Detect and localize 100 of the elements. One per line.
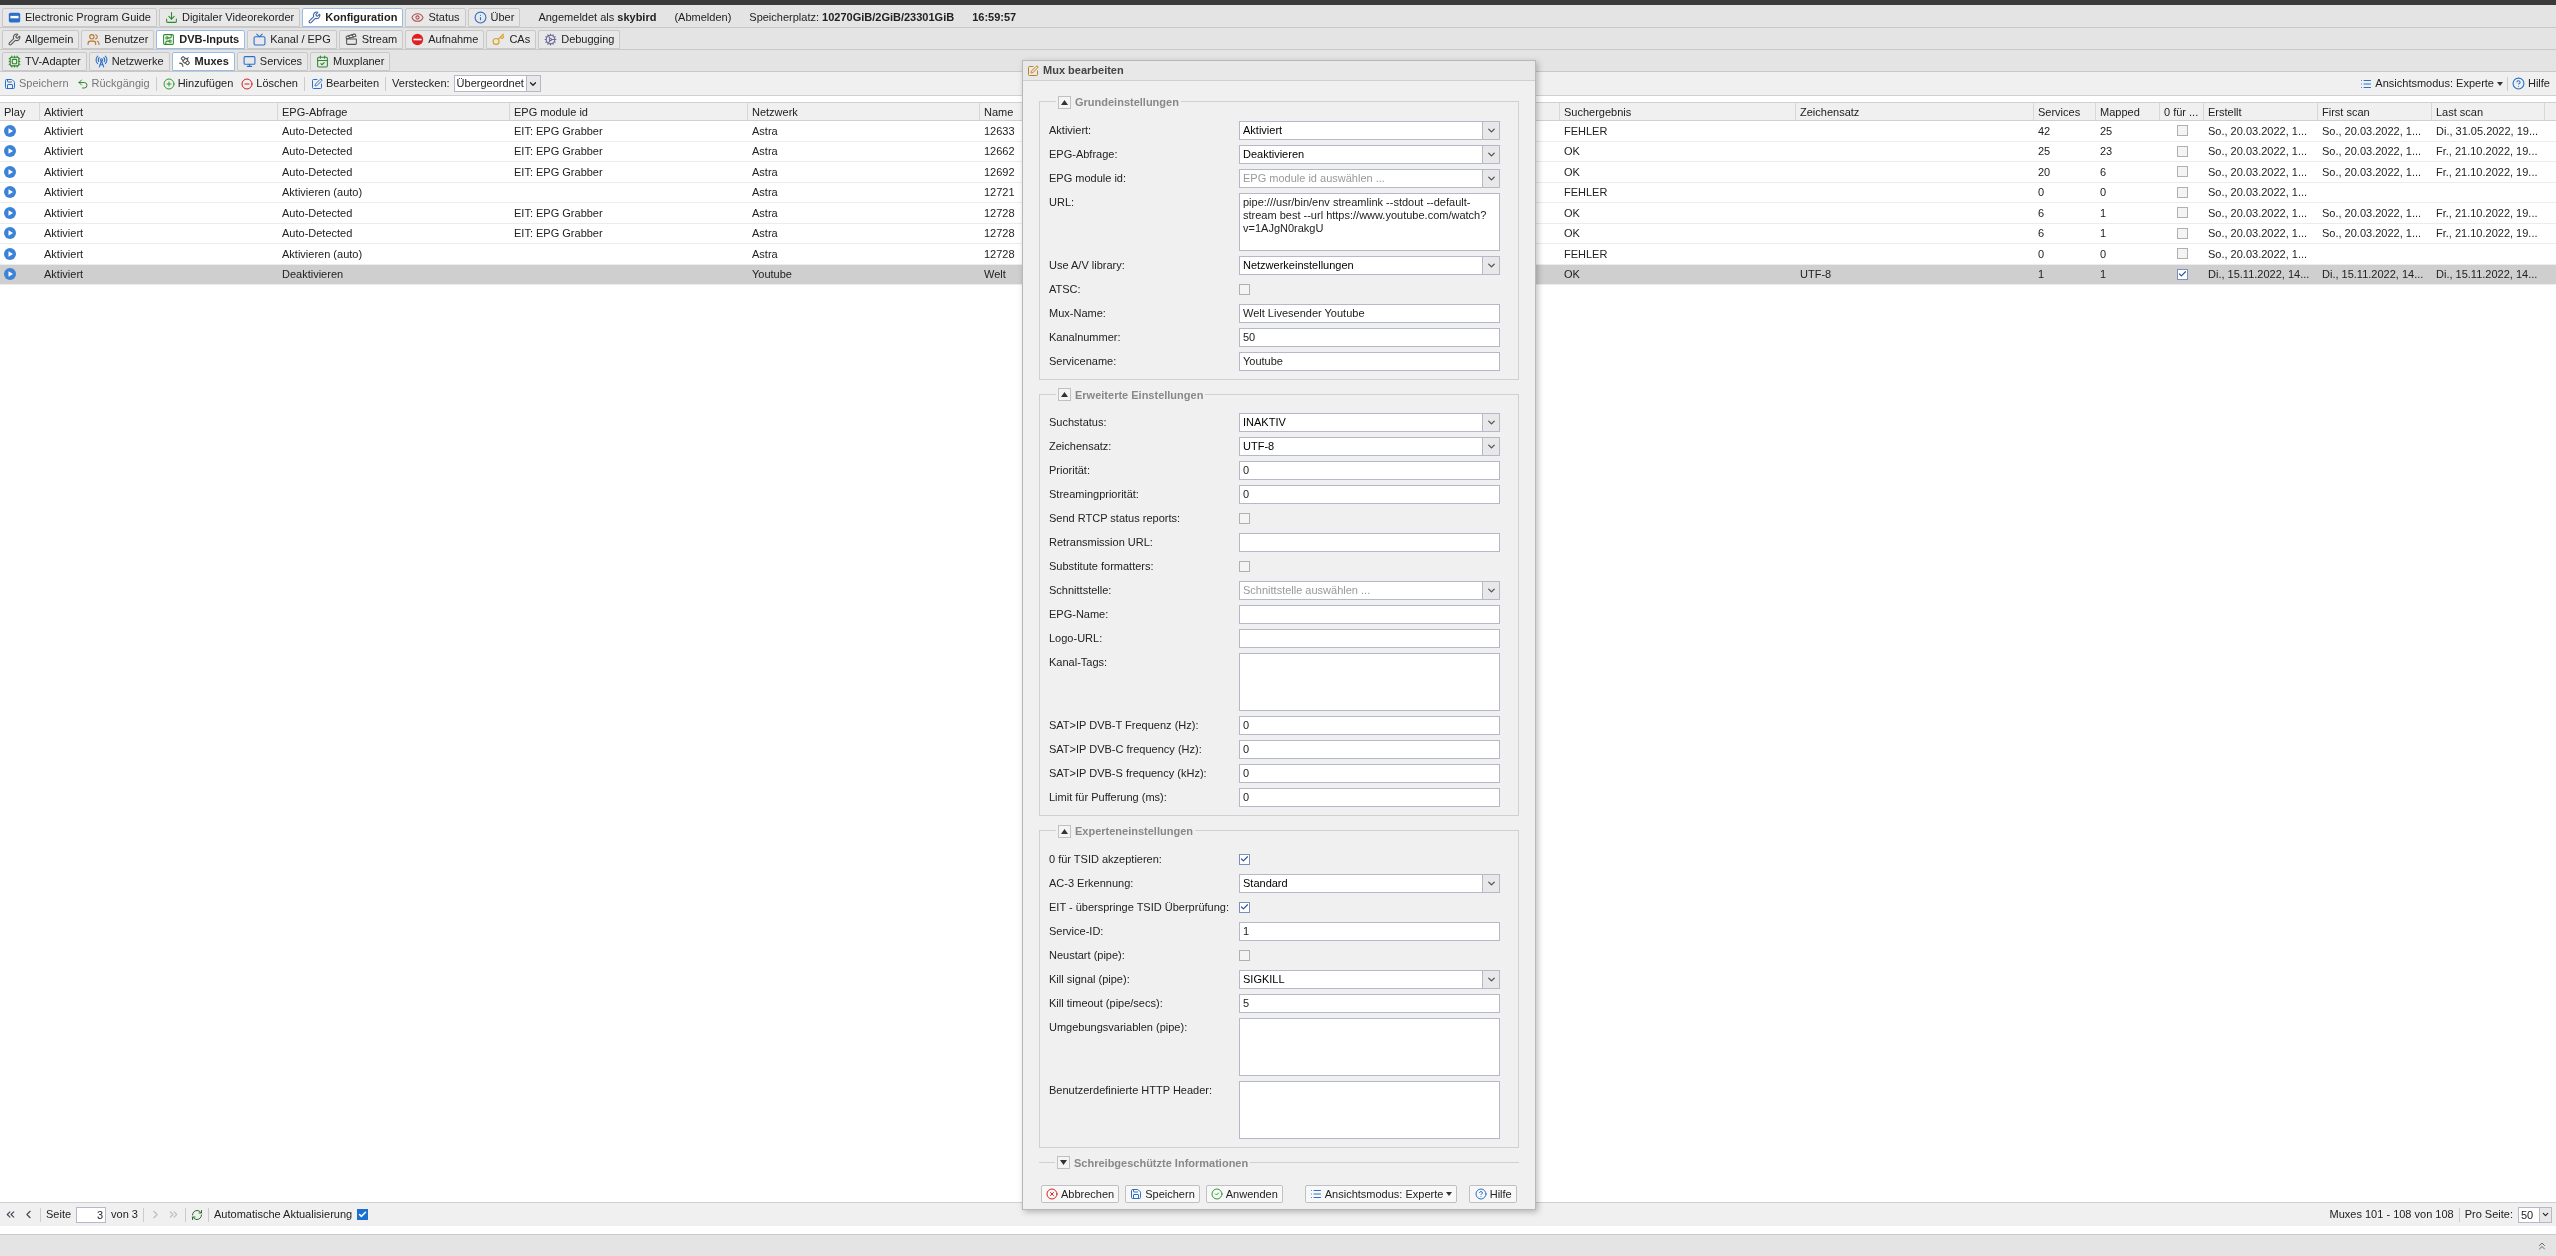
field-label: Servicename: <box>1049 353 1118 369</box>
table-cell: Fr., 21.10.2022, 19... <box>2436 145 2538 157</box>
table-cell: Di., 15.11.2022, 14... <box>2322 268 2424 280</box>
section-title: Schreibgeschützte Informationen <box>1074 1155 1249 1171</box>
table-cell: OK <box>1564 227 1580 239</box>
table-cell: Di., 15.11.2022, 14... <box>2208 268 2310 280</box>
table-cell: So., 20.03.2022, 1... <box>2322 145 2422 157</box>
table-cell: 25 <box>2100 124 2113 137</box>
dialog-title: Mux bearbeiten <box>1043 63 1124 79</box>
table-cell: 6 <box>2038 227 2045 239</box>
table-cell: EIT: EPG Grabber <box>514 145 603 157</box>
table-cell: 42 <box>2038 124 2051 137</box>
table-cell: Auto-Detected <box>282 227 353 239</box>
field-label: Streamingpriorität: <box>1049 487 1140 502</box>
table-cell: 0 <box>2100 247 2107 260</box>
table-cell: 6 <box>2038 206 2045 219</box>
field-label: Zeichensatz: <box>1049 439 1113 454</box>
field-label: Aktiviert: <box>1049 122 1093 138</box>
field-label: EPG module id: <box>1049 170 1128 186</box>
field-label: Kill timeout (pipe/secs): <box>1049 995 1164 1011</box>
field-label: Send RTCP status reports: <box>1049 511 1182 526</box>
per-page-label: Pro Seite: <box>2464 1207 2513 1223</box>
field-label: Umgebungsvariablen (pipe): <box>1049 1019 1189 1035</box>
table-cell: 1 <box>2100 206 2107 219</box>
field-label: Use A/V library: <box>1049 257 1126 273</box>
table-cell: OK <box>1564 206 1580 219</box>
field-label: Substitute formatters: <box>1049 559 1155 574</box>
table-cell: Aktiviert <box>44 186 84 198</box>
table-cell: EIT: EPG Grabber <box>514 165 603 178</box>
table-cell: Aktivieren (auto) <box>282 247 363 260</box>
table-cell: So., 20.03.2022, 1... <box>2208 165 2308 178</box>
auto-refresh-label: Automatische Aktualisierung <box>214 1207 353 1223</box>
field-label: AC-3 Erkennung: <box>1049 875 1135 891</box>
table-cell: 1 <box>2100 268 2107 280</box>
table-cell: 12662 <box>984 145 1015 157</box>
table-cell: Welt <box>984 268 1006 280</box>
table-cell: OK <box>1564 268 1580 280</box>
table-cell: UTF-8 <box>1800 268 1832 280</box>
table-cell: Fr., 21.10.2022, 19... <box>2436 165 2538 178</box>
field-label: Kill signal (pipe): <box>1049 971 1131 987</box>
table-cell: 12692 <box>984 165 1015 178</box>
table-cell: So., 20.03.2022, 1... <box>2208 206 2308 219</box>
table-cell: 0 <box>2100 186 2107 198</box>
table-cell: 12728 <box>984 247 1015 260</box>
table-cell: EIT: EPG Grabber <box>514 227 603 239</box>
field-label: SAT>IP DVB-T Frequenz (Hz): <box>1049 718 1200 733</box>
section-title: Erweiterte Einstellungen <box>1075 387 1204 403</box>
table-cell: Fr., 21.10.2022, 19... <box>2436 206 2538 219</box>
paging-summary: Muxes 101 - 108 von 108 <box>2329 1207 2454 1223</box>
section-title: Experteneinstellungen <box>1075 824 1193 839</box>
table-cell: Astra <box>752 145 778 157</box>
table-cell: So., 20.03.2022, 1... <box>2208 247 2308 260</box>
table-cell: Astra <box>752 206 778 219</box>
table-cell: Aktiviert <box>44 247 84 260</box>
table-cell: Astra <box>752 124 778 137</box>
table-cell: 12721 <box>984 186 1015 198</box>
field-label: Kanal-Tags: <box>1049 655 1109 670</box>
table-cell: Aktiviert <box>44 268 84 280</box>
table-cell: Auto-Detected <box>282 124 353 137</box>
field-label: Priorität: <box>1049 463 1091 478</box>
table-cell: Auto-Detected <box>282 165 353 178</box>
table-cell: So., 20.03.2022, 1... <box>2322 206 2422 219</box>
field-label: ATSC: <box>1049 281 1082 297</box>
table-cell: Aktiviert <box>44 145 84 157</box>
table-cell: So., 20.03.2022, 1... <box>2322 227 2422 239</box>
field-label: 0 für TSID akzeptieren: <box>1049 851 1163 867</box>
table-cell: Auto-Detected <box>282 145 353 157</box>
table-cell: 0 <box>2038 186 2045 198</box>
table-cell: Astra <box>752 186 778 198</box>
table-cell: Aktivieren (auto) <box>282 186 363 198</box>
field-label: EPG-Name: <box>1049 607 1110 622</box>
page-label: Seite <box>46 1207 72 1223</box>
table-cell: 12728 <box>984 227 1015 239</box>
field-label: Neustart (pipe): <box>1049 947 1126 963</box>
table-cell: Youtube <box>752 268 792 280</box>
table-cell: OK <box>1564 145 1580 157</box>
table-cell: 1 <box>2038 268 2045 280</box>
table-cell: Astra <box>752 227 778 239</box>
table-cell: So., 20.03.2022, 1... <box>2322 124 2422 137</box>
clock-text: 16:59:57 <box>972 10 1017 26</box>
table-cell: Di., 31.05.2022, 19... <box>2436 124 2539 137</box>
storage-text: Speicherplatz: 10270GiB/2GiB/23301GiB <box>749 10 955 26</box>
field-label: Limit für Pufferung (ms): <box>1049 790 1168 805</box>
table-cell: Astra <box>752 165 778 178</box>
field-label: Suchstatus: <box>1049 415 1108 430</box>
field-label: Benutzerdefinierte HTTP Header: <box>1049 1082 1214 1098</box>
table-cell: 25 <box>2038 145 2051 157</box>
table-cell: So., 20.03.2022, 1... <box>2208 186 2308 198</box>
page-count: von 3 <box>111 1207 138 1223</box>
table-cell: Deaktivieren <box>282 268 344 280</box>
table-cell: So., 20.03.2022, 1... <box>2208 145 2308 157</box>
section-title: Grundeinstellungen <box>1075 95 1179 110</box>
table-cell: 1 <box>2100 227 2107 239</box>
table-cell: Aktiviert <box>44 165 84 178</box>
table-cell: Auto-Detected <box>282 206 353 219</box>
hide-label: Verstecken: <box>392 76 450 92</box>
field-label: EPG-Abfrage: <box>1049 146 1119 162</box>
field-label: Kanalnummer: <box>1049 329 1122 345</box>
table-cell: Astra <box>752 247 778 260</box>
table-cell: So., 20.03.2022, 1... <box>2208 124 2308 137</box>
